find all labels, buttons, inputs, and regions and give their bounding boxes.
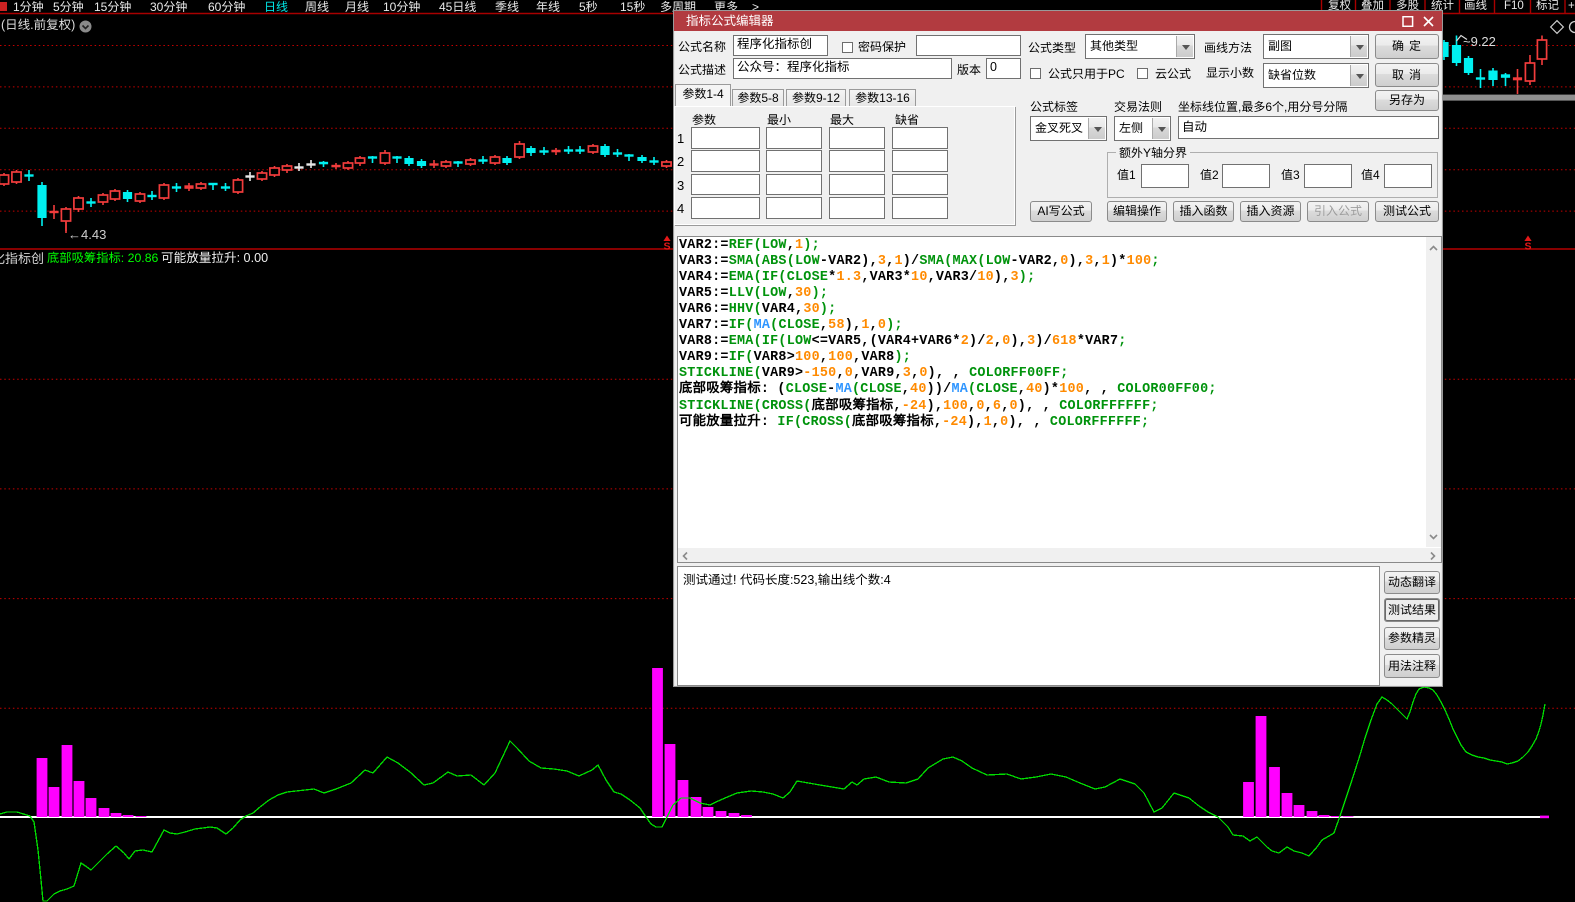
svg-text:S: S (663, 241, 670, 253)
svg-text:S: S (1524, 241, 1531, 253)
